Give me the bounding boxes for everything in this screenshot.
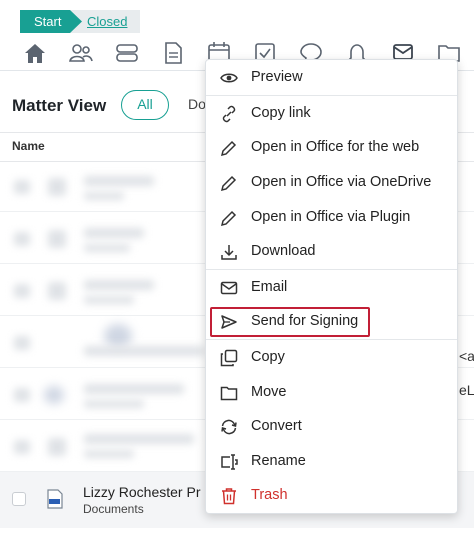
people-icon[interactable] — [68, 40, 94, 66]
row-fragment-text: eLe — [459, 382, 474, 398]
row-checkbox[interactable] — [12, 492, 26, 506]
page-title: Matter View — [12, 96, 107, 115]
menu-item-label: Copy link — [251, 105, 311, 121]
menu-item-label: Download — [251, 243, 316, 259]
menu-item-label: Open in Office for the web — [251, 139, 420, 155]
eye-icon — [220, 69, 238, 87]
menu-item-open-office-web[interactable]: Open in Office for the web — [206, 131, 457, 164]
pencil-icon — [220, 174, 238, 192]
menu-item-open-office-plugin[interactable]: Open in Office via Plugin — [206, 201, 457, 234]
menu-item-rename[interactable]: Rename — [206, 445, 457, 478]
menu-item-open-office-onedrive[interactable]: Open in Office via OneDrive — [206, 166, 457, 199]
row-fragment-text: <ac — [459, 348, 474, 364]
refresh-icon — [220, 418, 238, 436]
menu-item-copy[interactable]: Copy — [206, 341, 457, 374]
menu-item-label: Trash — [251, 487, 288, 503]
filter-documents-tab[interactable]: Do — [188, 96, 206, 112]
filter-all-button[interactable]: All — [121, 90, 169, 120]
menu-item-convert[interactable]: Convert — [206, 410, 457, 443]
menu-item-move[interactable]: Move — [206, 376, 457, 409]
download-icon — [220, 243, 238, 261]
pencil-icon — [220, 209, 238, 227]
menu-item-label: Rename — [251, 453, 306, 469]
home-icon[interactable] — [22, 40, 48, 66]
rename-icon — [220, 453, 238, 471]
menu-separator — [206, 339, 457, 340]
layers-icon[interactable] — [114, 40, 140, 66]
document-file-icon — [46, 489, 64, 514]
document-icon[interactable] — [160, 40, 186, 66]
column-header-name[interactable]: Name — [12, 139, 45, 153]
envelope-icon — [220, 279, 238, 297]
menu-item-label: Convert — [251, 418, 302, 434]
link-icon — [220, 105, 238, 123]
menu-item-copy-link[interactable]: Copy link — [206, 97, 457, 130]
copy-icon — [220, 349, 238, 367]
menu-item-label: Email — [251, 279, 288, 295]
menu-separator — [206, 269, 457, 270]
menu-item-label: Open in Office via Plugin — [251, 209, 411, 225]
pencil-icon — [220, 139, 238, 157]
highlight-box — [210, 307, 370, 337]
row-subtitle: Documents — [83, 502, 144, 516]
folder-icon — [220, 384, 238, 402]
menu-item-label: Preview — [251, 69, 303, 85]
menu-separator — [206, 95, 457, 96]
menu-item-download[interactable]: Download — [206, 235, 457, 268]
menu-item-label: Copy — [251, 349, 285, 365]
context-menu: Preview Copy link Open in Office for the… — [205, 59, 458, 514]
menu-item-preview[interactable]: Preview — [206, 61, 457, 94]
row-title[interactable]: Lizzy Rochester Pr — [83, 484, 200, 500]
menu-item-label: Open in Office via OneDrive — [251, 174, 432, 190]
menu-item-trash[interactable]: Trash — [206, 479, 457, 512]
menu-item-label: Move — [251, 384, 287, 400]
menu-item-email[interactable]: Email — [206, 271, 457, 304]
trash-icon — [220, 487, 238, 505]
